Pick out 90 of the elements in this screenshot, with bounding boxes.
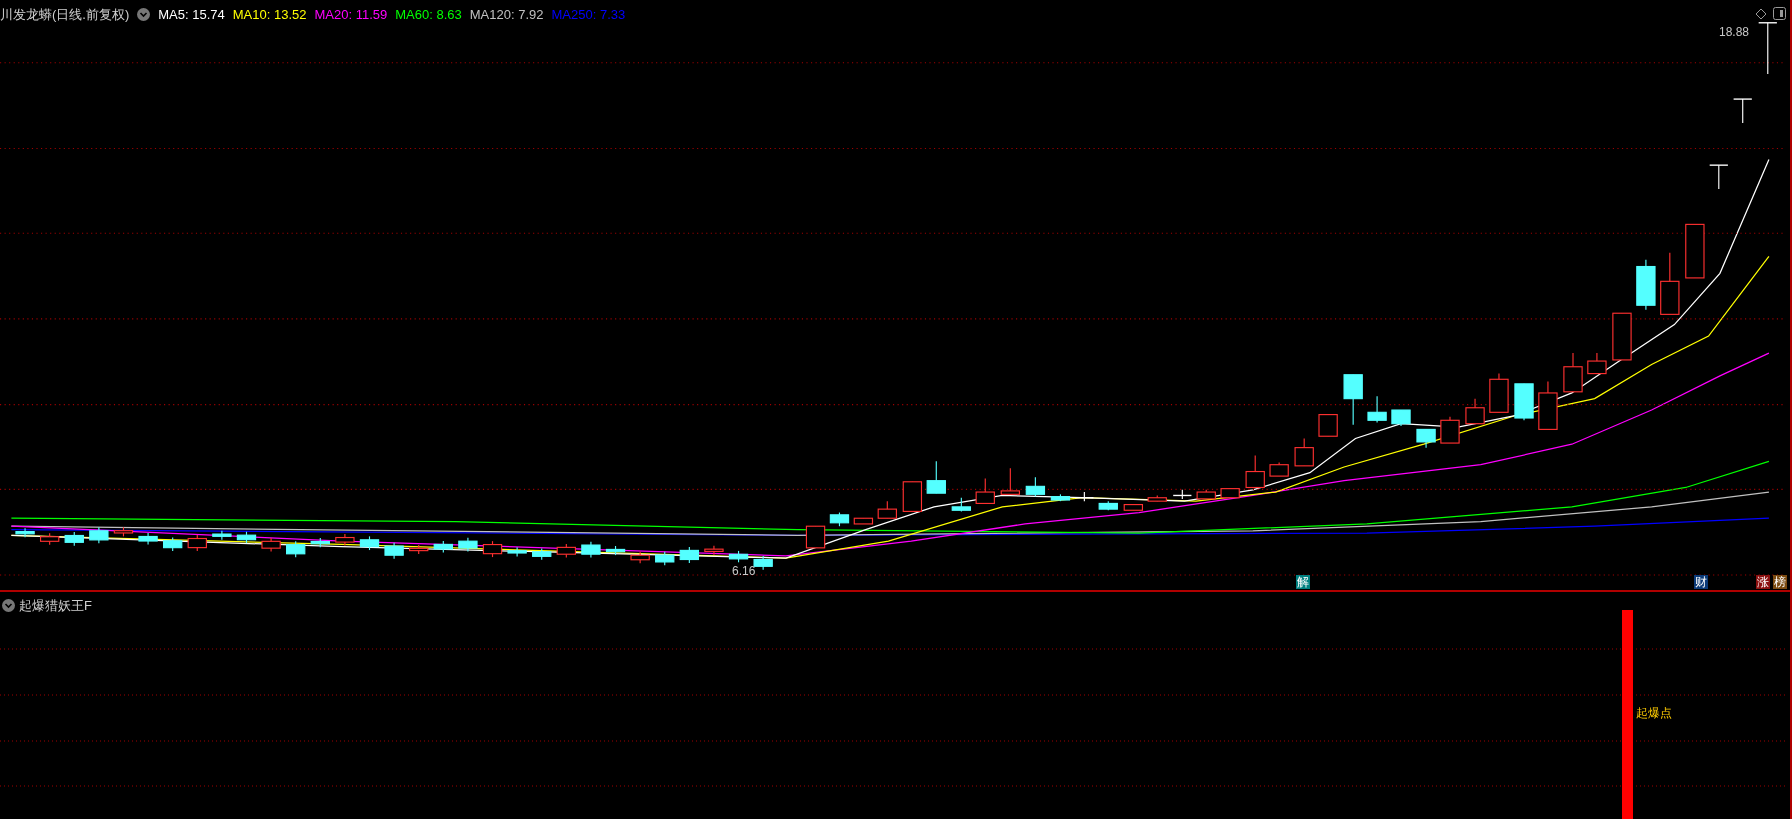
candlestick bbox=[1025, 476, 1046, 498]
stock-title: 川发龙蟒(日线.前复权) bbox=[0, 6, 130, 24]
moving-average-value: MA20: 11.59 bbox=[314, 6, 388, 24]
candlestick bbox=[679, 546, 700, 564]
candlestick bbox=[1318, 414, 1338, 437]
candlestick bbox=[113, 526, 134, 537]
candlestick bbox=[1440, 416, 1460, 444]
candlestick bbox=[532, 547, 552, 561]
high-price-label: 18.88 bbox=[1719, 24, 1750, 41]
candlestick bbox=[1343, 374, 1363, 426]
candlestick bbox=[1000, 467, 1020, 495]
candlestick bbox=[581, 541, 601, 559]
candlestick bbox=[433, 540, 453, 553]
candlestick bbox=[556, 543, 576, 559]
candlestick bbox=[805, 525, 826, 549]
chevron-down-icon[interactable] bbox=[2, 599, 15, 613]
candlestick bbox=[753, 555, 773, 571]
candlestick bbox=[236, 531, 257, 544]
candlestick bbox=[1147, 494, 1167, 502]
candlestick bbox=[1391, 409, 1411, 427]
candlestick bbox=[1757, 22, 1778, 75]
candlestick bbox=[829, 511, 850, 527]
candlestick bbox=[926, 460, 946, 494]
candlestick bbox=[655, 551, 675, 566]
event-marker[interactable]: 涨 bbox=[1756, 575, 1770, 589]
candlestick bbox=[1196, 489, 1216, 500]
candlestick bbox=[1489, 373, 1509, 413]
low-price-label: 6.16 bbox=[732, 563, 756, 580]
candlestick bbox=[15, 527, 35, 538]
candlestick bbox=[507, 546, 527, 557]
moving-average-value: MA60: 8.63 bbox=[395, 6, 462, 24]
candlestick bbox=[630, 551, 650, 564]
candlestick bbox=[975, 477, 995, 504]
event-marker[interactable]: 财 bbox=[1694, 575, 1708, 589]
candlestick bbox=[1538, 381, 1558, 430]
event-marker[interactable]: 榜 bbox=[1773, 575, 1787, 589]
candlestick bbox=[1074, 491, 1095, 502]
candlestick bbox=[163, 536, 183, 552]
candlestick bbox=[853, 517, 874, 525]
candlestick bbox=[1563, 352, 1583, 393]
candlestick bbox=[1367, 395, 1387, 424]
candlestick bbox=[212, 530, 232, 541]
candlestick bbox=[877, 500, 897, 519]
candlestick bbox=[1465, 398, 1485, 425]
diamond-icon[interactable] bbox=[1755, 8, 1767, 20]
candlestick bbox=[286, 540, 306, 558]
candlestick bbox=[1172, 489, 1193, 500]
candlestick bbox=[605, 545, 626, 556]
candlestick bbox=[89, 526, 109, 544]
candlestick bbox=[482, 540, 503, 558]
candlestick bbox=[1660, 252, 1680, 315]
candlestick bbox=[1709, 164, 1729, 190]
candlestick bbox=[1416, 428, 1436, 449]
candlestick bbox=[261, 537, 281, 553]
candlestick bbox=[310, 537, 330, 548]
candlestick bbox=[1220, 488, 1240, 499]
candlestick bbox=[458, 537, 478, 553]
moving-average-value: MA5: 15.74 bbox=[158, 6, 225, 24]
panel-toggle-icon[interactable] bbox=[1773, 7, 1786, 20]
moving-average-value: MA250: 7.33 bbox=[551, 6, 626, 24]
indicator-title: 起爆猎妖王F bbox=[19, 597, 92, 615]
moving-average-value: MA10: 13.52 bbox=[232, 6, 307, 24]
candlestick bbox=[1269, 461, 1289, 477]
candlestick bbox=[187, 534, 207, 552]
candlestick bbox=[1514, 383, 1534, 421]
candlestick bbox=[728, 550, 749, 563]
candlestick bbox=[138, 532, 158, 546]
candlestick bbox=[1123, 504, 1143, 511]
event-marker[interactable]: 解 bbox=[1296, 575, 1310, 589]
candlestick bbox=[1732, 98, 1753, 124]
candlestick bbox=[902, 481, 923, 512]
candlestick bbox=[704, 545, 724, 556]
candlestick bbox=[1050, 493, 1071, 502]
candlestick bbox=[1245, 455, 1265, 489]
chevron-down-icon[interactable] bbox=[137, 8, 151, 22]
candlestick bbox=[384, 542, 404, 560]
candlestick bbox=[1098, 500, 1118, 511]
candlestick bbox=[40, 532, 60, 546]
candlestick bbox=[1612, 312, 1632, 361]
moving-average-value: MA120: 7.92 bbox=[469, 6, 544, 24]
candlestick bbox=[1685, 223, 1705, 279]
candlestick bbox=[1294, 437, 1314, 467]
candlestick bbox=[409, 544, 429, 555]
candlestick bbox=[1636, 259, 1656, 311]
candlestick bbox=[359, 535, 380, 551]
candlestick bbox=[1587, 352, 1607, 375]
candlestick bbox=[335, 533, 355, 547]
signal-label: 起爆点 bbox=[1636, 705, 1672, 722]
candlestick bbox=[951, 497, 972, 512]
candlestick bbox=[64, 531, 84, 547]
